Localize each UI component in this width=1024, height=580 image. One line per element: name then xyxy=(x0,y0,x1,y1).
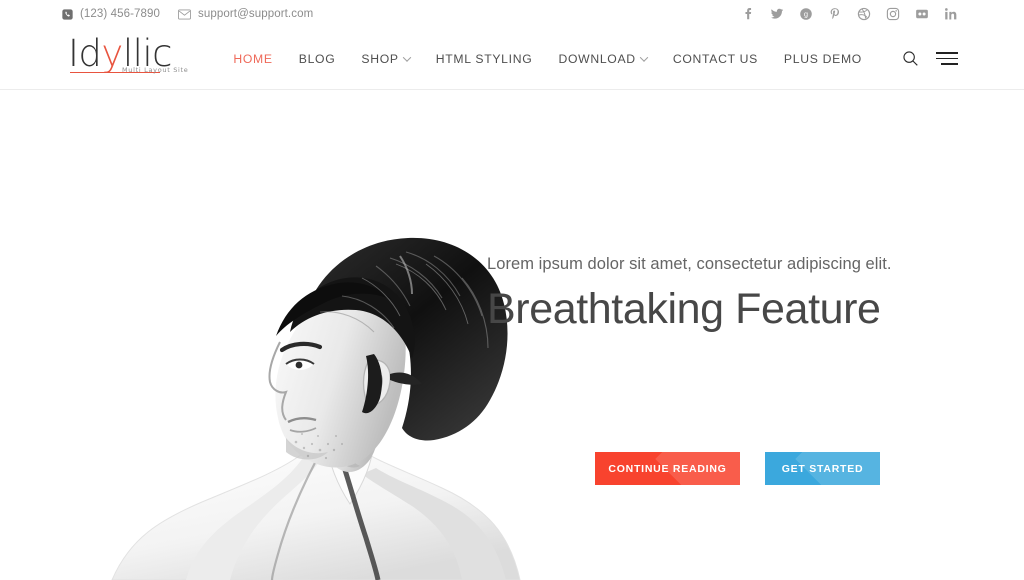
instagram-icon[interactable] xyxy=(885,7,900,22)
flickr-icon[interactable] xyxy=(914,7,929,22)
pinterest-icon[interactable] xyxy=(827,7,842,22)
continue-reading-label: CONTINUE READING xyxy=(608,462,727,475)
email-contact[interactable]: support@support.com xyxy=(178,8,313,20)
nav-item-contact-us[interactable]: CONTACT US xyxy=(673,52,758,66)
chevron-down-icon xyxy=(402,52,412,62)
logo-tagline: Multi Layout Site xyxy=(122,65,189,74)
logo-accent-letter: y xyxy=(101,31,123,75)
site-header: Idyllic Multi Layout Site HOME BLOG SHOP… xyxy=(0,28,1024,90)
nav-item-shop[interactable]: SHOP xyxy=(361,51,412,66)
nav-item-blog[interactable]: BLOG xyxy=(299,52,336,66)
hero-portrait-image xyxy=(90,186,560,580)
hero-cta-group: CONTINUE READING GET STARTED xyxy=(595,452,880,485)
get-started-label: GET STARTED xyxy=(781,462,864,475)
hero-copy: Lorem ipsum dolor sit amet, consectetur … xyxy=(487,255,957,335)
site-logo[interactable]: Idyllic Multi Layout Site xyxy=(68,33,188,82)
nav-label: HTML STYLING xyxy=(435,51,533,66)
nav-label: PLUS DEMO xyxy=(783,51,862,66)
nav-item-home[interactable]: HOME xyxy=(233,52,272,66)
chevron-down-icon xyxy=(639,52,649,62)
twitter-icon[interactable] xyxy=(769,7,784,22)
hamburger-menu-icon[interactable] xyxy=(936,52,958,65)
phone-number: (123) 456-7890 xyxy=(80,8,161,20)
nav-label: CONTACT US xyxy=(672,51,758,66)
nav-label: DOWNLOAD xyxy=(558,51,636,66)
header-tools xyxy=(902,50,958,67)
mail-icon xyxy=(178,9,191,20)
google-plus-icon[interactable]: g xyxy=(798,7,813,22)
phone-icon xyxy=(62,8,73,20)
hero-subtitle: Lorem ipsum dolor sit amet, consectetur … xyxy=(487,255,892,273)
logo-part-1: Id xyxy=(68,31,102,75)
social-links: g xyxy=(740,7,958,22)
hero-title: Breathtaking Feature xyxy=(487,285,881,333)
nav-item-html-styling[interactable]: HTML STYLING xyxy=(436,52,533,66)
dribbble-icon[interactable] xyxy=(856,7,871,22)
main-navigation: HOME BLOG SHOP HTML STYLING DOWNLOAD CON… xyxy=(233,50,958,67)
nav-item-plus-demo[interactable]: PLUS DEMO xyxy=(784,52,862,66)
nav-label: SHOP xyxy=(361,51,399,66)
nav-item-download[interactable]: DOWNLOAD xyxy=(558,51,649,66)
linkedin-icon[interactable] xyxy=(943,7,958,22)
nav-label: HOME xyxy=(233,51,273,66)
continue-reading-button[interactable]: CONTINUE READING xyxy=(595,452,740,485)
nav-label: BLOG xyxy=(298,51,336,66)
hero-section: Lorem ipsum dolor sit amet, consectetur … xyxy=(0,90,1024,580)
top-bar-contacts: (123) 456-7890 support@support.com xyxy=(62,8,313,20)
get-started-button[interactable]: GET STARTED xyxy=(765,452,880,485)
facebook-icon[interactable] xyxy=(740,7,755,22)
email-address: support@support.com xyxy=(198,8,314,20)
search-icon[interactable] xyxy=(902,50,919,67)
phone-contact[interactable]: (123) 456-7890 xyxy=(62,8,160,20)
top-bar: (123) 456-7890 support@support.com g xyxy=(0,0,1024,28)
svg-text:g: g xyxy=(803,11,807,19)
